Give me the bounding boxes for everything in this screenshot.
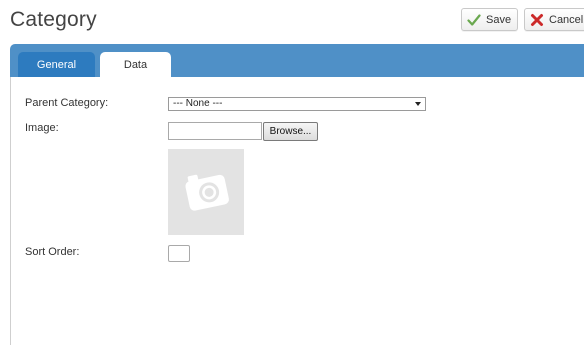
camera-icon xyxy=(176,160,236,224)
chevron-down-icon xyxy=(415,102,421,106)
cancel-button-label: Cancel xyxy=(549,13,584,26)
browse-button[interactable]: Browse... xyxy=(263,122,318,141)
sort-order-input[interactable] xyxy=(168,245,190,262)
image-file-input[interactable] xyxy=(168,122,262,140)
x-icon xyxy=(530,13,544,27)
tab-bar: General Data xyxy=(10,44,584,77)
parent-category-label: Parent Category: xyxy=(25,97,109,109)
tab-general[interactable]: General xyxy=(18,52,95,77)
parent-category-select[interactable]: --- None --- xyxy=(168,97,426,111)
save-button-label: Save xyxy=(486,13,512,26)
check-icon xyxy=(467,13,481,27)
tab-data[interactable]: Data xyxy=(100,52,171,77)
cancel-button[interactable]: Cancel xyxy=(524,8,584,31)
image-label: Image: xyxy=(25,122,59,134)
save-button[interactable]: Save xyxy=(461,8,518,31)
tab-content-panel: Parent Category: --- None --- Image: Bro… xyxy=(10,77,584,345)
page-title: Category xyxy=(10,8,97,31)
parent-category-value: --- None --- xyxy=(173,98,223,109)
image-thumbnail[interactable] xyxy=(168,149,244,235)
sort-order-label: Sort Order: xyxy=(25,246,80,258)
